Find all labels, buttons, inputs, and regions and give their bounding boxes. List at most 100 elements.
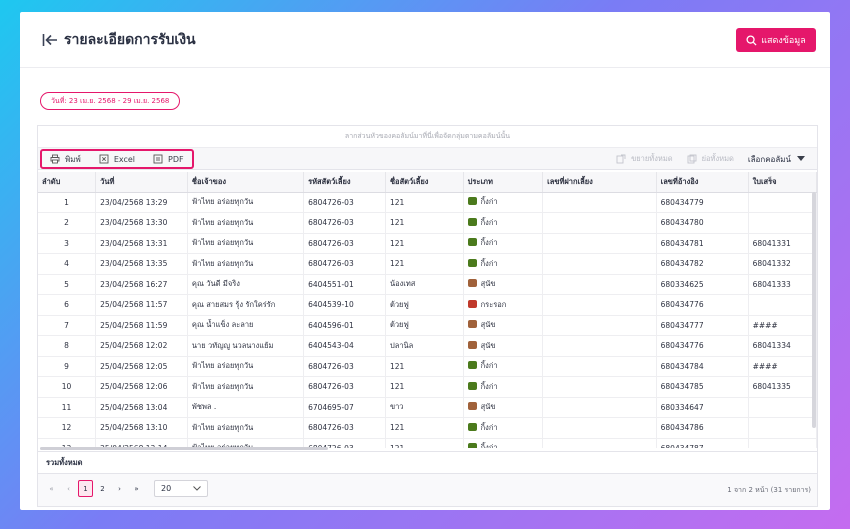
collapse-all-label: ย่อทั้งหมด — [701, 154, 734, 163]
table-row[interactable]: 1 23/04/2568 13:29 ฟ้าไทย อร่อยทุกวัน 68047… — [38, 192, 817, 213]
expand-icon — [616, 154, 626, 164]
type-cell: กิ้งก่า — [463, 417, 544, 439]
table-row[interactable]: 11 25/04/2568 13:04 พัชพล . 6704695-07 ขาว สุ… — [38, 397, 817, 418]
chevron-down-icon — [193, 486, 201, 491]
table-row[interactable]: 8 25/04/2568 12:02 นาย วทัญญู นวลนางแย้ม 64… — [38, 335, 817, 357]
page-title: รายละเอียดการรับเงิน — [64, 32, 196, 48]
column-header[interactable]: วันที่ — [95, 172, 188, 193]
ref-cell: 680434776 — [656, 335, 749, 357]
vertical-scrollbar[interactable] — [812, 192, 816, 428]
owner-cell: คุณ วันดี มีจริง — [187, 274, 305, 295]
ref-cell: 680434785 — [656, 376, 749, 398]
column-chooser-button[interactable]: เลือกคอลัมน์ — [748, 153, 805, 166]
type-cell: กระรอก — [463, 294, 544, 316]
pet-name-cell: ขาว — [385, 397, 464, 418]
receipt-cell: 68041331 — [748, 233, 817, 254]
print-button[interactable]: พิมพ์ — [50, 153, 81, 166]
owner-cell: ฟ้าไทย อร่อยทุกวัน — [187, 253, 305, 275]
date-cell: 25/04/2568 13:10 — [95, 417, 188, 439]
column-header[interactable]: ลำดับ — [38, 172, 97, 193]
column-header[interactable]: เลขที่อ้างอิง — [656, 172, 749, 193]
pet-name-cell: 121 — [385, 233, 464, 254]
date-cell: 25/04/2568 12:06 — [95, 376, 188, 398]
column-header[interactable]: เลขที่ฝากเลี้ยง — [542, 172, 657, 193]
deposit-cell — [542, 417, 657, 439]
table-row[interactable]: 6 25/04/2568 11:57 คุณ สายสมร รุ้ง รักใคร่… — [38, 294, 817, 316]
pdf-button[interactable]: PDF — [153, 154, 184, 164]
type-cell: กิ้งก่า — [463, 253, 544, 275]
horizontal-scrollbar[interactable] — [40, 447, 328, 450]
deposit-cell — [542, 233, 657, 254]
page-button-2[interactable]: 2 — [95, 480, 110, 497]
dog-icon — [467, 320, 477, 329]
column-header[interactable]: ชื่อสัตว์เลี้ยง — [385, 172, 464, 193]
expand-all-button[interactable]: ขยายทั้งหมด — [616, 153, 673, 165]
type-label: กิ้งก่า — [480, 217, 498, 227]
lizard-icon — [467, 238, 477, 247]
row-number: 8 — [38, 335, 97, 357]
owner-cell: นาย วทัญญู นวลนางแย้ม — [187, 335, 305, 357]
excel-button[interactable]: Excel — [99, 154, 135, 164]
type-label: สุนัข — [480, 340, 496, 350]
table-row[interactable]: 4 23/04/2568 13:35 ฟ้าไทย อร่อยทุกวัน 68047… — [38, 253, 817, 275]
table-row[interactable]: 10 25/04/2568 12:06 ฟ้าไทย อร่อยทุกวัน 6804… — [38, 376, 817, 398]
lizard-icon — [467, 217, 477, 226]
column-header[interactable]: ใบเสร็จ — [748, 172, 817, 193]
table-row[interactable]: 7 25/04/2568 11:59 คุณ น้ำแข็ง ละลาย 640459… — [38, 315, 817, 336]
date-cell: 25/04/2568 11:57 — [95, 294, 188, 316]
pet-code-cell: 6704695-07 — [303, 397, 386, 418]
ref-cell: 680434777 — [656, 315, 749, 336]
receipt-cell: #### — [748, 356, 817, 377]
print-label: พิมพ์ — [65, 154, 81, 164]
table-row[interactable]: 12 25/04/2568 13:10 ฟ้าไทย อร่อยทุกวัน 6804… — [38, 417, 817, 439]
pet-name-cell: น้องเทส — [385, 274, 464, 295]
last-page-button[interactable]: » — [129, 480, 144, 497]
column-header[interactable]: ประเภท — [463, 172, 544, 193]
show-data-button[interactable]: แสดงข้อมูล — [736, 28, 816, 52]
pet-code-cell: 6804726-03 — [303, 417, 386, 439]
back-icon[interactable] — [42, 32, 58, 48]
table-row[interactable]: 3 23/04/2568 13:31 ฟ้าไทย อร่อยทุกวัน 68047… — [38, 233, 817, 254]
pet-name-cell: 121 — [385, 192, 464, 213]
table-row[interactable]: 5 23/04/2568 16:27 คุณ วันดี มีจริง 6404551… — [38, 274, 817, 295]
page-button-1[interactable]: 1 — [78, 480, 93, 497]
deposit-cell — [542, 376, 657, 398]
pet-code-cell: 6804726-03 — [303, 376, 386, 398]
group-panel-hint[interactable]: ลากส่วนหัวของคอลัมน์มาที่นี่เพื่อจัดกลุ่… — [38, 126, 817, 148]
dog-icon — [467, 279, 477, 288]
type-label: กิ้งก่า — [480, 361, 498, 371]
table-header-row: ลำดับ วันที่ ชื่อเจ้าของ รหัสสัตว์เลี้ยง ชื่… — [38, 172, 817, 193]
dog-icon — [467, 402, 477, 411]
search-icon — [746, 34, 757, 46]
table-row[interactable]: 9 25/04/2568 12:05 ฟ้าไทย อร่อยทุกวัน 68047… — [38, 356, 817, 377]
type-cell: กิ้งก่า — [463, 212, 544, 234]
first-page-button[interactable]: « — [44, 480, 59, 497]
receipt-cell: 68041333 — [748, 274, 817, 295]
summary-footer: รวมทั้งหมด — [38, 451, 817, 473]
type-cell: สุนัข — [463, 335, 544, 357]
receipt-cell — [748, 397, 817, 418]
prev-page-button[interactable]: ‹ — [61, 480, 76, 497]
owner-cell: ฟ้าไทย อร่อยทุกวัน — [187, 376, 305, 398]
column-header[interactable]: รหัสสัตว์เลี้ยง — [303, 172, 386, 193]
date-cell: 25/04/2568 13:04 — [95, 397, 188, 418]
deposit-cell — [542, 294, 657, 316]
type-cell: กิ้งก่า — [463, 233, 544, 254]
next-page-button[interactable]: › — [112, 480, 127, 497]
type-cell: กิ้งก่า — [463, 356, 544, 377]
date-cell: 23/04/2568 13:29 — [95, 192, 188, 213]
table-viewport[interactable]: ลำดับ วันที่ ชื่อเจ้าของ รหัสสัตว์เลี้ยง ชื่… — [38, 172, 817, 448]
ref-cell: 680334625 — [656, 274, 749, 295]
pet-name-cell: ต้วยฟู — [385, 315, 464, 336]
date-range-badge[interactable]: วันที่: 23 เม.ย. 2568 - 29 เม.ย. 2568 — [40, 92, 181, 110]
column-header[interactable]: ชื่อเจ้าของ — [187, 172, 305, 193]
date-cell: 23/04/2568 16:27 — [95, 274, 188, 295]
pdf-icon — [153, 154, 163, 164]
lizard-icon — [467, 381, 477, 390]
table-row[interactable]: 2 23/04/2568 13:30 ฟ้าไทย อร่อยทุกวัน 68047… — [38, 212, 817, 234]
pet-name-cell: 121 — [385, 438, 464, 448]
ref-cell: 680334647 — [656, 397, 749, 418]
page-size-select[interactable]: 20 — [154, 480, 208, 497]
page-size-value: 20 — [161, 484, 172, 493]
collapse-all-button[interactable]: ย่อทั้งหมด — [687, 153, 734, 165]
